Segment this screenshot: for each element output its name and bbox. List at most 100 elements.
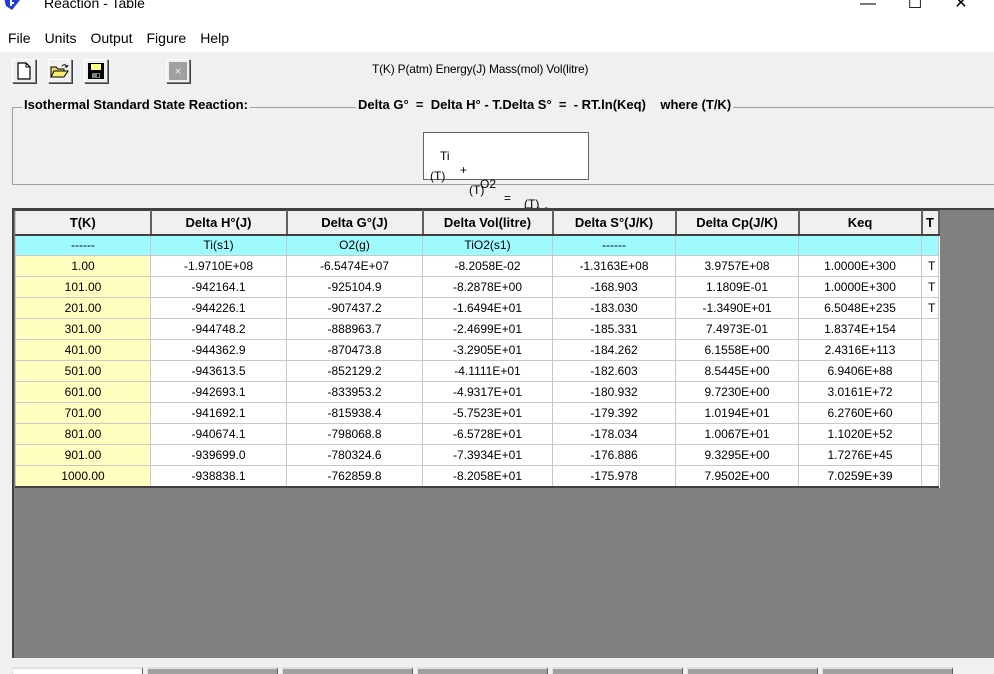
bottom-tab[interactable] [822, 667, 953, 674]
cell-delta-g[interactable]: -870473.8 [286, 339, 423, 361]
bottom-tab[interactable] [12, 667, 143, 674]
cell-temperature[interactable]: 1.00 [15, 255, 151, 277]
cell-delta-g[interactable]: -6.5474E+07 [286, 255, 423, 277]
cell-delta-g[interactable]: -798068.8 [286, 423, 423, 445]
species-cell[interactable] [921, 234, 939, 256]
cell-delta-g[interactable]: -925104.9 [286, 276, 423, 298]
cell-temperature[interactable]: 1000.00 [15, 465, 151, 488]
close-window-button[interactable]: ✕ [938, 0, 984, 16]
cell-delta-h[interactable]: -1.9710E+08 [150, 255, 287, 277]
cell-temperature[interactable]: 901.00 [15, 444, 151, 466]
cell-delta-h[interactable]: -943613.5 [150, 360, 287, 382]
cell-temperature[interactable]: 401.00 [15, 339, 151, 361]
cell-delta-cp[interactable]: 1.0194E+01 [675, 402, 799, 424]
cell-transition-flag[interactable] [921, 423, 939, 445]
cell-transition-flag[interactable]: T [921, 276, 939, 298]
cell-delta-vol[interactable]: -1.6494E+01 [422, 297, 553, 319]
cell-delta-vol[interactable]: -5.7523E+01 [422, 402, 553, 424]
cell-temperature[interactable]: 601.00 [15, 381, 151, 403]
header-transition-flag[interactable]: T [921, 210, 940, 236]
cell-keq[interactable]: 1.0000E+300 [798, 276, 922, 298]
bottom-tab[interactable] [282, 667, 413, 674]
menu-figure[interactable]: Figure [147, 30, 187, 46]
header-delta-h[interactable]: Delta H°(J) [150, 210, 288, 236]
header-delta-vol[interactable]: Delta Vol(litre) [422, 210, 554, 236]
cell-delta-s[interactable]: -183.030 [552, 297, 676, 319]
bottom-tab[interactable] [417, 667, 548, 674]
cell-keq[interactable]: 1.1020E+52 [798, 423, 922, 445]
cell-delta-vol[interactable]: -8.2878E+00 [422, 276, 553, 298]
species-cell[interactable]: TiO2(s1) [422, 234, 553, 256]
save-file-button[interactable] [84, 59, 108, 83]
cell-delta-s[interactable]: -176.886 [552, 444, 676, 466]
cell-transition-flag[interactable]: T [921, 297, 939, 319]
cell-delta-s[interactable]: -182.603 [552, 360, 676, 382]
cell-delta-vol[interactable]: -4.9317E+01 [422, 381, 553, 403]
cell-delta-s[interactable]: -184.262 [552, 339, 676, 361]
header-delta-g[interactable]: Delta G°(J) [286, 210, 424, 236]
header-delta-cp[interactable]: Delta Cp(J/K) [675, 210, 800, 236]
cell-temperature[interactable]: 301.00 [15, 318, 151, 340]
reaction-equation-box[interactable]: Ti + O2 = TiO2 (T) (T) (T) [423, 132, 589, 219]
cell-delta-g[interactable]: -833953.2 [286, 381, 423, 403]
cell-temperature[interactable]: 201.00 [15, 297, 151, 319]
cell-delta-g[interactable]: -762859.8 [286, 465, 423, 488]
cell-delta-cp[interactable]: 7.4973E-01 [675, 318, 799, 340]
cell-delta-cp[interactable]: 3.9757E+08 [675, 255, 799, 277]
cell-transition-flag[interactable]: T [921, 255, 939, 277]
cell-keq[interactable]: 7.0259E+39 [798, 465, 922, 488]
cell-delta-s[interactable]: -175.978 [552, 465, 676, 488]
menu-output[interactable]: Output [90, 30, 132, 46]
cell-keq[interactable]: 6.2760E+60 [798, 402, 922, 424]
cell-delta-h[interactable]: -939699.0 [150, 444, 287, 466]
new-file-button[interactable] [12, 59, 36, 83]
cell-delta-s[interactable]: -178.034 [552, 423, 676, 445]
header-delta-s[interactable]: Delta S°(J/K) [552, 210, 677, 236]
cell-delta-g[interactable]: -907437.2 [286, 297, 423, 319]
cell-delta-cp[interactable]: 6.1558E+00 [675, 339, 799, 361]
cell-delta-h[interactable]: -944748.2 [150, 318, 287, 340]
cell-delta-s[interactable]: -180.932 [552, 381, 676, 403]
header-keq[interactable]: Keq [798, 210, 923, 236]
cell-temperature[interactable]: 701.00 [15, 402, 151, 424]
cell-keq[interactable]: 2.4316E+113 [798, 339, 922, 361]
cell-delta-cp[interactable]: 9.7230E+00 [675, 381, 799, 403]
cell-delta-cp[interactable]: 7.9502E+00 [675, 465, 799, 488]
species-cell[interactable]: ------ [552, 234, 676, 256]
cell-delta-vol[interactable]: -8.2058E+01 [422, 465, 553, 488]
bottom-tab[interactable] [552, 667, 683, 674]
cell-delta-cp[interactable]: 9.3295E+00 [675, 444, 799, 466]
cell-keq[interactable]: 3.0161E+72 [798, 381, 922, 403]
cell-delta-h[interactable]: -940674.1 [150, 423, 287, 445]
header-temperature[interactable]: T(K) [15, 210, 152, 236]
cell-delta-s[interactable]: -185.331 [552, 318, 676, 340]
cell-delta-vol[interactable]: -3.2905E+01 [422, 339, 553, 361]
cell-transition-flag[interactable] [921, 381, 939, 403]
cell-keq[interactable]: 6.9406E+88 [798, 360, 922, 382]
cell-delta-s[interactable]: -168.903 [552, 276, 676, 298]
cell-transition-flag[interactable] [921, 465, 939, 488]
cell-delta-g[interactable]: -815938.4 [286, 402, 423, 424]
cell-delta-cp[interactable]: 1.0067E+01 [675, 423, 799, 445]
cell-keq[interactable]: 1.8374E+154 [798, 318, 922, 340]
cell-delta-vol[interactable]: -8.2058E-02 [422, 255, 553, 277]
cell-temperature[interactable]: 101.00 [15, 276, 151, 298]
cell-delta-g[interactable]: -780324.6 [286, 444, 423, 466]
cell-keq[interactable]: 1.0000E+300 [798, 255, 922, 277]
species-cell[interactable]: Ti(s1) [150, 234, 287, 256]
cell-delta-cp[interactable]: -1.3490E+01 [675, 297, 799, 319]
cell-delta-cp[interactable]: 8.5445E+00 [675, 360, 799, 382]
bottom-tab[interactable] [147, 667, 278, 674]
cell-delta-h[interactable]: -942164.1 [150, 276, 287, 298]
species-cell[interactable] [798, 234, 922, 256]
cell-delta-vol[interactable]: -4.1111E+01 [422, 360, 553, 382]
cell-delta-s[interactable]: -179.392 [552, 402, 676, 424]
cell-delta-h[interactable]: -941692.1 [150, 402, 287, 424]
cell-transition-flag[interactable] [921, 318, 939, 340]
species-cell[interactable]: ------ [15, 234, 151, 256]
species-cell[interactable]: O2(g) [286, 234, 423, 256]
cell-keq[interactable]: 1.7276E+45 [798, 444, 922, 466]
cell-delta-h[interactable]: -944362.9 [150, 339, 287, 361]
cell-delta-vol[interactable]: -7.3934E+01 [422, 444, 553, 466]
cell-delta-vol[interactable]: -6.5728E+01 [422, 423, 553, 445]
